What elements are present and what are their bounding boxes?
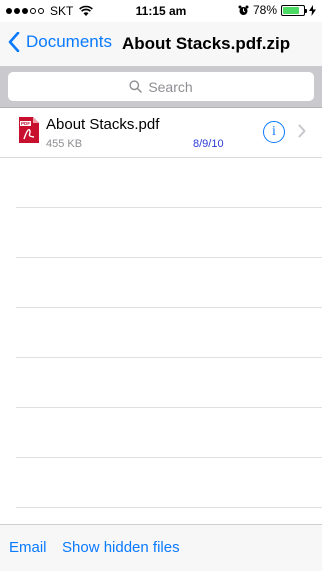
file-row[interactable]: PDF About Stacks.pdf 455 KB 8/9/10 i (0, 108, 322, 158)
file-date: 8/9/10 (193, 138, 224, 150)
search-input[interactable]: Search (8, 72, 314, 101)
chevron-left-icon (8, 32, 20, 52)
empty-list-row (16, 358, 322, 408)
empty-list-row (16, 158, 322, 208)
file-size: 455 KB (46, 138, 83, 150)
charging-bolt-icon (309, 4, 316, 16)
empty-list-row (16, 258, 322, 308)
empty-list-row (16, 308, 322, 358)
battery-icon (281, 4, 307, 16)
alarm-clock-icon (238, 5, 249, 15)
email-button[interactable]: Email (9, 539, 47, 556)
status-bar: SKT 11:15 am 78% (0, 0, 322, 22)
chevron-right-icon (298, 124, 306, 138)
file-name: About Stacks.pdf (46, 116, 160, 133)
back-button-label: Documents (26, 32, 112, 51)
info-icon[interactable]: i (263, 121, 285, 143)
info-glyph: i (272, 124, 276, 139)
empty-list-row (16, 408, 322, 458)
search-icon (129, 80, 143, 93)
back-button[interactable]: Documents (8, 32, 112, 52)
pdf-file-icon: PDF (19, 117, 39, 143)
empty-rows (0, 158, 322, 508)
battery-fill (283, 6, 299, 14)
empty-list-row (16, 208, 322, 258)
svg-text:PDF: PDF (21, 121, 30, 126)
file-list: PDF About Stacks.pdf 455 KB 8/9/10 i (0, 108, 322, 508)
page-title: About Stacks.pdf.zip (122, 34, 291, 53)
empty-list-row (16, 458, 322, 508)
bottom-toolbar: Email Show hidden files (0, 524, 322, 571)
search-bar: Search (0, 66, 322, 108)
search-placeholder: Search (148, 78, 193, 95)
status-right: 78% (238, 3, 316, 17)
battery-percent: 78% (252, 3, 277, 17)
navigation-bar: Documents About Stacks.pdf.zip (0, 22, 322, 66)
show-hidden-files-button[interactable]: Show hidden files (62, 539, 180, 556)
